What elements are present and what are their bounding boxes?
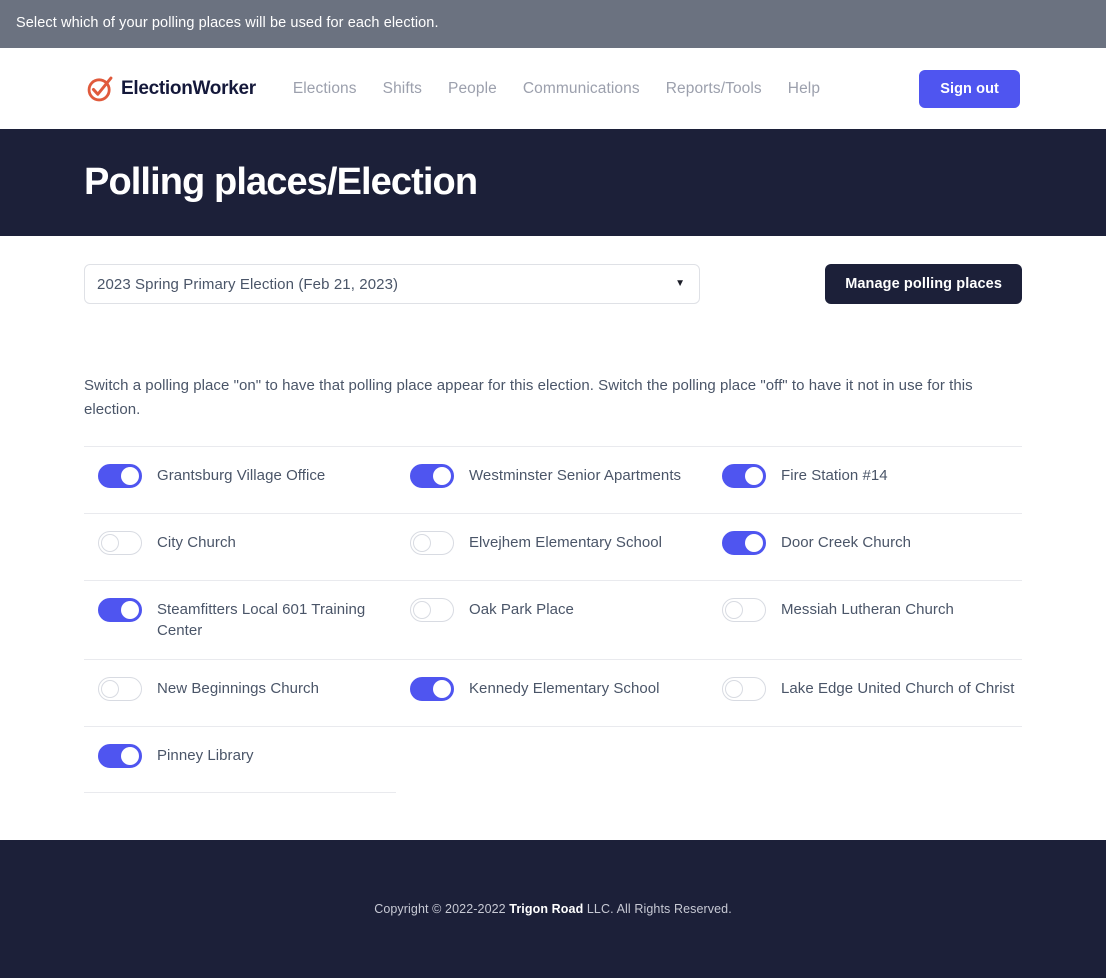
brand-name: ElectionWorker [121, 77, 256, 99]
toggle-knob [101, 680, 119, 699]
nav-item-help[interactable]: Help [775, 74, 833, 104]
toggle-knob [121, 747, 139, 766]
checkmark-circle-icon [86, 75, 114, 103]
table-row: City Church Elvejhem Elementary School D… [84, 514, 1022, 581]
polling-place-label: Lake Edge United Church of Christ [781, 680, 1015, 698]
page-title: Polling places/Election [84, 160, 478, 203]
table-row: Grantsburg Village Office Westminster Se… [84, 447, 1022, 514]
polling-place-toggle[interactable] [722, 677, 766, 702]
nav-item-elections[interactable]: Elections [280, 74, 370, 104]
polling-place-label: Westminster Senior Apartments [469, 466, 682, 484]
table-row: Steamfitters Local 601 Training Center O… [84, 581, 1022, 661]
instructions-text: Switch a polling place "on" to have that… [84, 377, 973, 419]
copyright-suffix: LLC. All Rights Reserved. [583, 902, 732, 917]
polling-place-label: New Beginnings Church [157, 680, 319, 698]
nav-item-shifts[interactable]: Shifts [370, 74, 435, 104]
polling-place-toggle[interactable] [98, 744, 142, 769]
main-content: 2023 Spring Primary Election (Feb 21, 20… [0, 236, 1106, 794]
nav-item-reports-tools[interactable]: Reports/Tools [653, 74, 775, 104]
toggle-knob [433, 680, 451, 699]
toggle-knob [745, 533, 763, 552]
toggle-knob [725, 600, 743, 619]
toggle-knob [413, 533, 431, 552]
toggle-knob [121, 600, 139, 619]
toggle-knob [121, 466, 139, 485]
polling-place-label: Fire Station #14 [781, 466, 888, 484]
polling-place-label: Steamfitters Local 601 Training Center [157, 600, 366, 640]
polling-place-toggle[interactable] [98, 677, 142, 702]
polling-place-item: Lake Edge United Church of Christ [708, 660, 1020, 726]
page-title-band: Polling places/Election [0, 129, 1106, 236]
polling-place-item: Oak Park Place [396, 581, 708, 660]
polling-place-toggle[interactable] [410, 463, 454, 488]
polling-place-item: Pinney Library [84, 727, 396, 794]
election-select-value: 2023 Spring Primary Election (Feb 21, 20… [97, 275, 399, 293]
copyright-prefix: Copyright © 2022-2022 [374, 902, 510, 917]
polling-places-grid: Grantsburg Village Office Westminster Se… [84, 445, 1022, 794]
polling-place-item: Door Creek Church [708, 514, 1020, 580]
toggle-knob [433, 466, 451, 485]
polling-place-toggle[interactable] [722, 597, 766, 622]
polling-place-item: Messiah Lutheran Church [708, 581, 1020, 660]
polling-place-item: Kennedy Elementary School [396, 660, 708, 726]
nav-links: Elections Shifts People Communications R… [280, 74, 919, 104]
polling-place-item: Elvejhem Elementary School [396, 514, 708, 580]
polling-place-item: Westminster Senior Apartments [396, 447, 708, 513]
polling-place-label: Elvejhem Elementary School [469, 533, 663, 551]
polling-place-item: City Church [84, 514, 396, 580]
polling-place-toggle[interactable] [98, 463, 142, 488]
nav-item-people[interactable]: People [435, 74, 510, 104]
sign-out-button[interactable]: Sign out [919, 69, 1020, 108]
polling-place-toggle[interactable] [722, 463, 766, 488]
manage-polling-places-button[interactable]: Manage polling places [825, 264, 1022, 304]
empty-cell [708, 727, 1020, 793]
polling-place-toggle[interactable] [410, 597, 454, 622]
polling-place-toggle[interactable] [410, 530, 454, 555]
table-row: Pinney Library [84, 727, 1022, 794]
page-footer: Copyright © 2022-2022 Trigon Road LLC. A… [0, 840, 1106, 978]
notice-text: Select which of your polling places will… [16, 15, 439, 32]
polling-place-label: Door Creek Church [781, 533, 912, 551]
nav-item-communications[interactable]: Communications [510, 74, 653, 104]
chevron-down-icon: ▼ [675, 278, 685, 289]
polling-place-label: Grantsburg Village Office [157, 466, 326, 484]
table-row: New Beginnings Church Kennedy Elementary… [84, 660, 1022, 728]
polling-place-label: City Church [157, 533, 236, 551]
polling-place-item: New Beginnings Church [84, 660, 396, 726]
polling-place-item: Fire Station #14 [708, 447, 1020, 513]
polling-place-label: Kennedy Elementary School [469, 680, 660, 698]
brand-logo-link[interactable]: ElectionWorker [86, 75, 256, 103]
empty-cell [396, 727, 708, 793]
polling-place-label: Oak Park Place [469, 600, 574, 618]
polling-place-toggle[interactable] [722, 530, 766, 555]
toggle-knob [101, 533, 119, 552]
polling-place-label: Pinney Library [157, 747, 254, 765]
polling-place-toggle[interactable] [410, 677, 454, 702]
toggle-knob [413, 600, 431, 619]
copyright-text: Copyright © 2022-2022 Trigon Road LLC. A… [374, 902, 732, 916]
toggle-knob [725, 680, 743, 699]
election-select[interactable]: 2023 Spring Primary Election (Feb 21, 20… [84, 264, 700, 304]
polling-place-toggle[interactable] [98, 597, 142, 622]
polling-place-item: Steamfitters Local 601 Training Center [84, 581, 396, 660]
controls-row: 2023 Spring Primary Election (Feb 21, 20… [84, 236, 1022, 304]
main-navbar: ElectionWorker Elections Shifts People C… [0, 48, 1106, 129]
company-name: Trigon Road [509, 902, 584, 917]
polling-place-item: Grantsburg Village Office [84, 447, 396, 513]
polling-place-toggle[interactable] [98, 530, 142, 555]
polling-place-label: Messiah Lutheran Church [781, 600, 954, 618]
notice-banner: Select which of your polling places will… [0, 0, 1106, 48]
toggle-knob [745, 466, 763, 485]
